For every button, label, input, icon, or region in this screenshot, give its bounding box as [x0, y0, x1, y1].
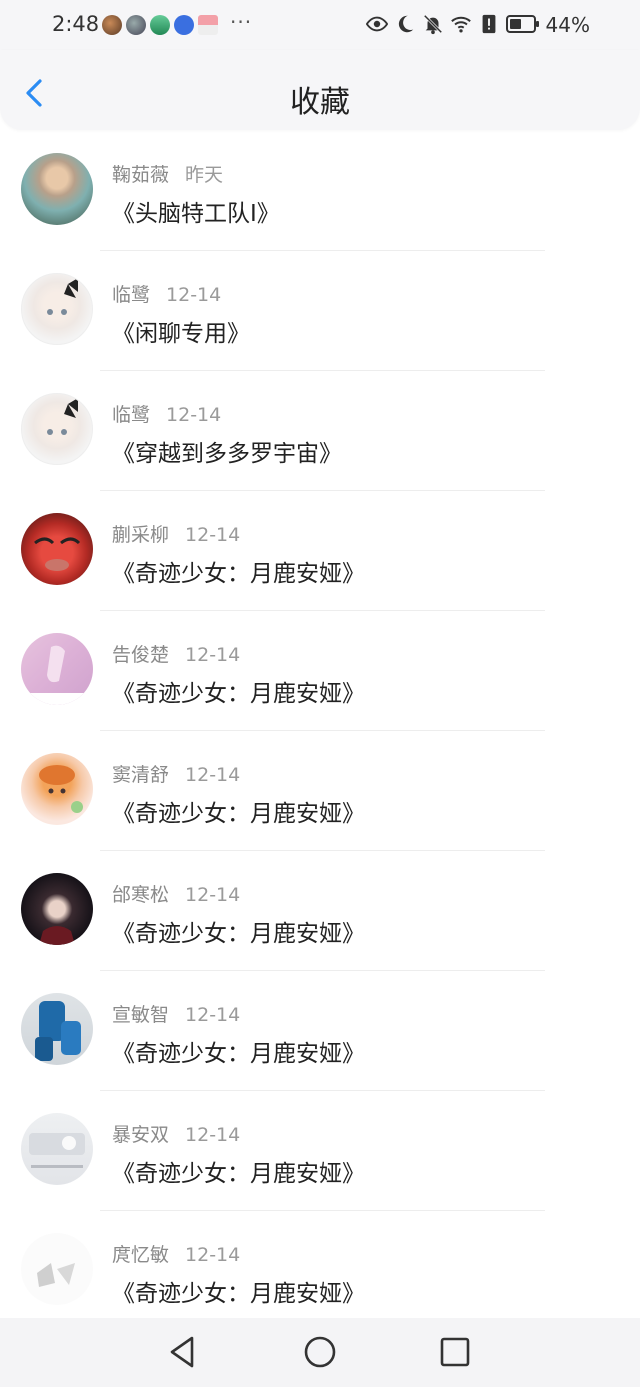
- favorites-list: 鞠茹薇 昨天 《头脑特工队I》 临鹭 12-14 《闲聊专用》 临鹭 12-14 《穿…: [0, 131, 640, 1331]
- status-bar: 2:48 ··· 44%: [0, 0, 640, 50]
- author-name[interactable]: 临鹭: [112, 284, 150, 306]
- author-name[interactable]: 宣敏智: [112, 1004, 169, 1026]
- favorite-item[interactable]: 窦清舒 12-14 《奇迹少女：月鹿安娅》: [0, 731, 640, 851]
- favorite-date: 12-14: [185, 884, 241, 906]
- favorite-item[interactable]: 庹忆敏 12-14 《奇迹少女：月鹿安娅》: [0, 1211, 640, 1331]
- author-name[interactable]: 邰寒松: [112, 884, 169, 906]
- author-name[interactable]: 庹忆敏: [112, 1244, 169, 1266]
- favorite-item[interactable]: 邰寒松 12-14 《奇迹少女：月鹿安娅》: [0, 851, 640, 971]
- avatar[interactable]: [21, 513, 93, 585]
- back-triangle-icon[interactable]: [164, 1334, 200, 1370]
- app-notification-icon: [126, 15, 146, 35]
- recents-square-icon[interactable]: [437, 1334, 473, 1370]
- author-name[interactable]: 临鹭: [112, 404, 150, 426]
- favorite-date: 昨天: [185, 164, 224, 186]
- eye-icon: [366, 16, 388, 32]
- author-name[interactable]: 鞠茹薇: [112, 164, 169, 186]
- system-nav-bar: [0, 1318, 640, 1387]
- status-icons: [366, 13, 540, 35]
- avatar[interactable]: [21, 1233, 93, 1305]
- avatar[interactable]: [21, 153, 93, 225]
- favorite-date: 12-14: [166, 404, 222, 426]
- favorite-title[interactable]: 《穿越到多多罗宇宙》: [112, 434, 342, 468]
- sim-alert-icon: [482, 14, 496, 34]
- favorite-title[interactable]: 《奇迹少女：月鹿安娅》: [112, 1034, 365, 1068]
- avatar[interactable]: [21, 1113, 93, 1185]
- wifi-icon: [451, 16, 471, 33]
- music-notification-icon: [174, 15, 194, 35]
- avatar[interactable]: [21, 393, 93, 465]
- avatar[interactable]: [21, 273, 93, 345]
- bow-icon: [47, 398, 78, 435]
- favorite-item[interactable]: 宣敏智 12-14 《奇迹少女：月鹿安娅》: [0, 971, 640, 1091]
- favorite-date: 12-14: [185, 1244, 241, 1266]
- bell-mute-icon: [423, 14, 443, 35]
- favorite-title[interactable]: 《奇迹少女：月鹿安娅》: [112, 674, 365, 708]
- avatar[interactable]: [21, 633, 93, 705]
- favorite-title[interactable]: 《奇迹少女：月鹿安娅》: [112, 914, 365, 948]
- favorite-title[interactable]: 《奇迹少女：月鹿安娅》: [112, 554, 365, 588]
- favorite-item[interactable]: 临鹭 12-14 《穿越到多多罗宇宙》: [0, 371, 640, 491]
- bow-icon: [47, 278, 78, 315]
- status-time: 2:48: [52, 12, 100, 36]
- favorite-date: 12-14: [185, 764, 241, 786]
- favorite-title[interactable]: 《奇迹少女：月鹿安娅》: [112, 794, 365, 828]
- favorite-date: 12-14: [185, 1004, 241, 1026]
- favorite-title[interactable]: 《奇迹少女：月鹿安娅》: [112, 1274, 365, 1308]
- favorite-title[interactable]: 《闲聊专用》: [112, 314, 250, 348]
- favorite-date: 12-14: [185, 1124, 241, 1146]
- more-notifications-icon: ···: [230, 10, 253, 34]
- gift-notification-icon: [198, 15, 218, 35]
- author-name[interactable]: 蒯采柳: [112, 524, 169, 546]
- app-notification-icon: [102, 15, 122, 35]
- favorite-item[interactable]: 蒯采柳 12-14 《奇迹少女：月鹿安娅》: [0, 491, 640, 611]
- favorite-item[interactable]: 鞠茹薇 昨天 《头脑特工队I》: [0, 131, 640, 251]
- author-name[interactable]: 暴安双: [112, 1124, 169, 1146]
- battery-percent: 44%: [545, 13, 590, 37]
- favorite-title[interactable]: 《奇迹少女：月鹿安娅》: [112, 1154, 365, 1188]
- favorite-date: 12-14: [166, 284, 222, 306]
- avatar[interactable]: [21, 753, 93, 825]
- favorite-title[interactable]: 《头脑特工队I》: [112, 194, 280, 228]
- favorite-date: 12-14: [185, 524, 241, 546]
- favorite-item[interactable]: 临鹭 12-14 《闲聊专用》: [0, 251, 640, 371]
- app-notification-icon: [150, 15, 170, 35]
- page-title: 收藏: [290, 85, 350, 120]
- moon-icon: [398, 15, 414, 33]
- favorite-item[interactable]: 暴安双 12-14 《奇迹少女：月鹿安娅》: [0, 1091, 640, 1211]
- avatar[interactable]: [21, 873, 93, 945]
- notification-icons: [102, 15, 218, 35]
- favorite-item[interactable]: 告俊楚 12-14 《奇迹少女：月鹿安娅》: [0, 611, 640, 731]
- author-name[interactable]: 告俊楚: [112, 644, 169, 666]
- battery-icon: [506, 15, 539, 33]
- top-app-bar: 收藏: [0, 50, 640, 130]
- favorite-date: 12-14: [185, 644, 241, 666]
- author-name[interactable]: 窦清舒: [112, 764, 169, 786]
- avatar[interactable]: [21, 993, 93, 1065]
- home-circle-icon[interactable]: [302, 1334, 338, 1370]
